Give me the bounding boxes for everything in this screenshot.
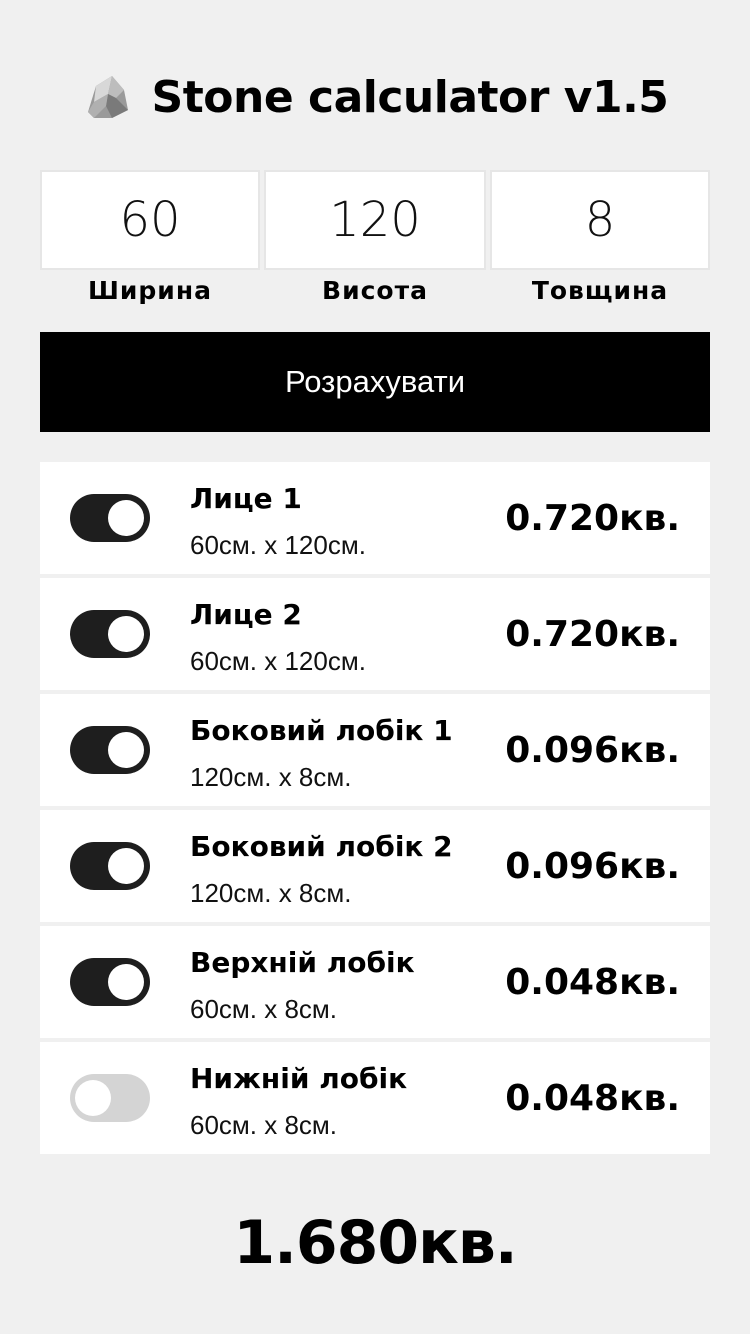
- stone-icon: [82, 72, 132, 122]
- piece-area: 0.096кв.: [505, 846, 680, 887]
- total-area: 1.680кв.: [233, 1208, 517, 1278]
- list-item: Нижній лобік 60см. х 8см. 0.048кв.: [40, 1042, 710, 1154]
- width-group: Ширина: [40, 170, 260, 305]
- list-item: Верхній лобік 60см. х 8см. 0.048кв.: [40, 926, 710, 1038]
- height-label: Висота: [322, 276, 428, 305]
- thickness-group: Товщина: [490, 170, 710, 305]
- dimension-inputs: Ширина Висота Товщина: [40, 170, 710, 305]
- toggle-knob: [108, 616, 144, 652]
- height-group: Висота: [264, 170, 486, 305]
- piece-dimensions: 60см. х 120см.: [190, 646, 366, 676]
- list-item: Лице 2 60см. х 120см. 0.720кв.: [40, 578, 710, 690]
- toggle-knob: [108, 732, 144, 768]
- piece-name: Лице 2: [190, 598, 302, 631]
- piece-toggle[interactable]: [70, 958, 150, 1006]
- piece-name: Лице 1: [190, 482, 302, 515]
- toggle-knob: [108, 964, 144, 1000]
- piece-dimensions: 60см. х 8см.: [190, 994, 338, 1024]
- list-item: Боковий лобік 1 120см. х 8см. 0.096кв.: [40, 694, 710, 806]
- height-input[interactable]: [266, 172, 484, 268]
- piece-area: 0.720кв.: [505, 498, 680, 539]
- list-item: Лице 1 60см. х 120см. 0.720кв.: [40, 462, 710, 574]
- width-field-box: [40, 170, 260, 270]
- piece-dimensions: 120см. х 8см.: [190, 762, 352, 792]
- app-title: Stone calculator v1.5: [151, 71, 669, 123]
- piece-name: Верхній лобік: [190, 946, 415, 979]
- thickness-label: Товщина: [531, 276, 669, 305]
- list-item: Боковий лобік 2 120см. х 8см. 0.096кв.: [40, 810, 710, 922]
- app-header: Stone calculator v1.5: [0, 60, 750, 134]
- piece-area: 0.720кв.: [505, 614, 680, 655]
- piece-toggle[interactable]: [70, 1074, 150, 1122]
- thickness-input[interactable]: [492, 172, 708, 268]
- width-input[interactable]: [42, 172, 258, 268]
- toggle-knob: [75, 1080, 111, 1116]
- piece-dimensions: 60см. х 8см.: [190, 1110, 338, 1140]
- piece-dimensions: 120см. х 8см.: [190, 878, 352, 908]
- piece-toggle[interactable]: [70, 494, 150, 542]
- calculate-button[interactable]: Розрахувати: [40, 332, 710, 432]
- piece-toggle[interactable]: [70, 610, 150, 658]
- width-label: Ширина: [88, 276, 212, 305]
- piece-name: Боковий лобік 2: [190, 830, 453, 863]
- thickness-field-box: [490, 170, 710, 270]
- piece-area: 0.048кв.: [505, 1078, 680, 1119]
- height-field-box: [264, 170, 486, 270]
- piece-dimensions: 60см. х 120см.: [190, 530, 366, 560]
- pieces-list: Лице 1 60см. х 120см. 0.720кв. Лице 2 60…: [40, 462, 710, 1158]
- piece-toggle[interactable]: [70, 842, 150, 890]
- piece-area: 0.096кв.: [505, 730, 680, 771]
- piece-area: 0.048кв.: [505, 962, 680, 1003]
- piece-name: Боковий лобік 1: [190, 714, 453, 747]
- toggle-knob: [108, 848, 144, 884]
- piece-toggle[interactable]: [70, 726, 150, 774]
- piece-name: Нижній лобік: [190, 1062, 408, 1095]
- toggle-knob: [108, 500, 144, 536]
